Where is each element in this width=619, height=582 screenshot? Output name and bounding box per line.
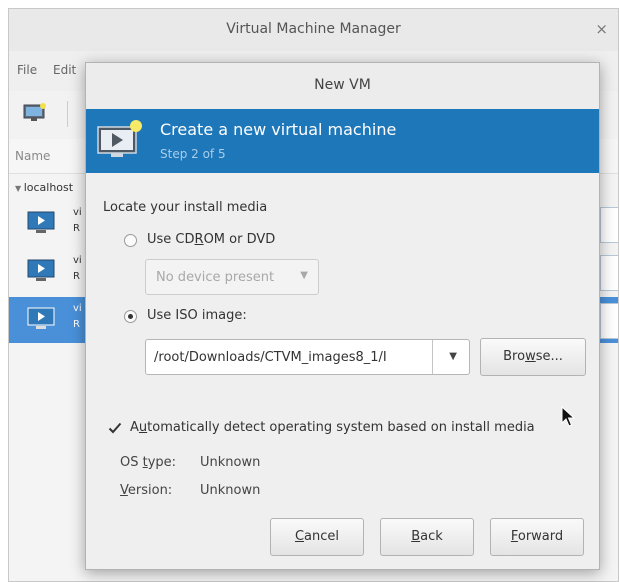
cdrom-label-mnemonic: R	[194, 232, 204, 247]
vm-status: R	[73, 271, 80, 282]
browse-label-mnemonic: w	[525, 349, 536, 364]
version-value: Unknown	[200, 483, 261, 498]
toolbar-separator	[67, 101, 68, 127]
checkmark-icon	[108, 422, 122, 434]
vm-status: R	[73, 223, 80, 234]
vm-monitor-icon	[27, 307, 55, 329]
auto-label-post: tomatically detect operating system base…	[147, 420, 535, 435]
cdrom-radio[interactable]	[124, 234, 137, 247]
vmm-titlebar: Virtual Machine Manager ×	[9, 9, 618, 52]
back-button[interactable]: Back	[380, 518, 474, 556]
back-mnemonic: B	[411, 529, 421, 544]
version-label-post: ersion:	[127, 483, 173, 498]
cdrom-option-label[interactable]: Use CDROM or DVD	[147, 232, 275, 247]
dropdown-arrow-icon: ▼	[300, 270, 308, 281]
vm-name: vi	[73, 207, 82, 218]
banner-title: Create a new virtual machine	[160, 120, 397, 139]
auto-detect-checkbox[interactable]	[108, 421, 122, 434]
cdrom-label-pre: Use CD	[147, 232, 195, 247]
cpu-usage-graph	[600, 207, 618, 243]
vm-monitor-icon	[97, 120, 142, 157]
install-media-label: Locate your install media	[103, 200, 268, 215]
forward-rest: orward	[517, 529, 564, 544]
expander-icon[interactable]: ▼	[15, 184, 24, 193]
combobox-divider	[432, 340, 433, 374]
dialog-title: New VM	[314, 77, 371, 93]
browse-label-pre: Bro	[503, 349, 526, 364]
cancel-mnemonic: C	[294, 529, 305, 544]
version-label: Version:	[120, 483, 172, 498]
mouse-cursor-icon	[561, 406, 575, 427]
close-icon[interactable]: ×	[595, 20, 608, 38]
os-type-label: OS type:	[120, 455, 176, 470]
cdrom-label-post: OM or DVD	[203, 232, 276, 247]
os-type-label-post: ype:	[147, 455, 177, 470]
cpu-usage-graph	[600, 255, 618, 291]
dropdown-arrow-icon[interactable]: ▼	[449, 351, 457, 362]
cpu-usage-graph	[600, 303, 618, 339]
new-vm-dialog: New VM Create a new virtual machine Step…	[85, 62, 600, 570]
back-rest: ack	[420, 529, 443, 544]
vm-name: vi	[73, 303, 82, 314]
auto-label-pre: A	[130, 420, 139, 435]
iso-path-input[interactable]: /root/Downloads/CTVM_images8_1/I	[154, 350, 436, 365]
version-label-mnemonic: V	[120, 483, 128, 498]
vm-monitor-icon	[27, 259, 55, 281]
cancel-rest: ancel	[304, 529, 340, 544]
step-indicator: Step 2 of 5	[160, 147, 226, 161]
os-type-label-pre: OS	[120, 455, 143, 470]
forward-mnemonic: F	[510, 529, 518, 544]
iso-path-combobox[interactable]: /root/Downloads/CTVM_images8_1/I ▼	[145, 339, 470, 375]
vm-monitor-icon	[27, 211, 55, 233]
vm-name: vi	[73, 255, 82, 266]
menu-edit[interactable]: Edit	[53, 63, 76, 77]
device-dropdown-value: No device present	[156, 270, 275, 285]
new-vm-icon[interactable]	[23, 103, 47, 123]
cdrom-device-dropdown: No device present ▼	[145, 259, 319, 295]
os-type-value: Unknown	[200, 455, 261, 470]
vm-status: R	[73, 319, 80, 330]
vmm-title: Virtual Machine Manager	[226, 21, 401, 37]
iso-option-label[interactable]: Use ISO image:	[147, 308, 247, 323]
browse-label-post: se...	[535, 349, 563, 364]
dialog-titlebar[interactable]: New VM	[86, 63, 599, 109]
connection-label: localhost	[23, 181, 74, 194]
iso-radio[interactable]	[124, 310, 137, 323]
forward-button[interactable]: Forward	[490, 518, 584, 556]
auto-detect-label[interactable]: Automatically detect operating system ba…	[130, 420, 535, 435]
step-banner: Create a new virtual machine Step 2 of 5	[86, 109, 599, 173]
menu-file[interactable]: File	[17, 63, 37, 77]
connection-group[interactable]: ▼ localhost	[15, 181, 73, 194]
column-name-header[interactable]: Name	[15, 149, 50, 163]
auto-label-mnemonic: u	[138, 420, 148, 435]
browse-button[interactable]: Browse...	[480, 338, 586, 376]
cancel-button[interactable]: Cancel	[270, 518, 364, 556]
